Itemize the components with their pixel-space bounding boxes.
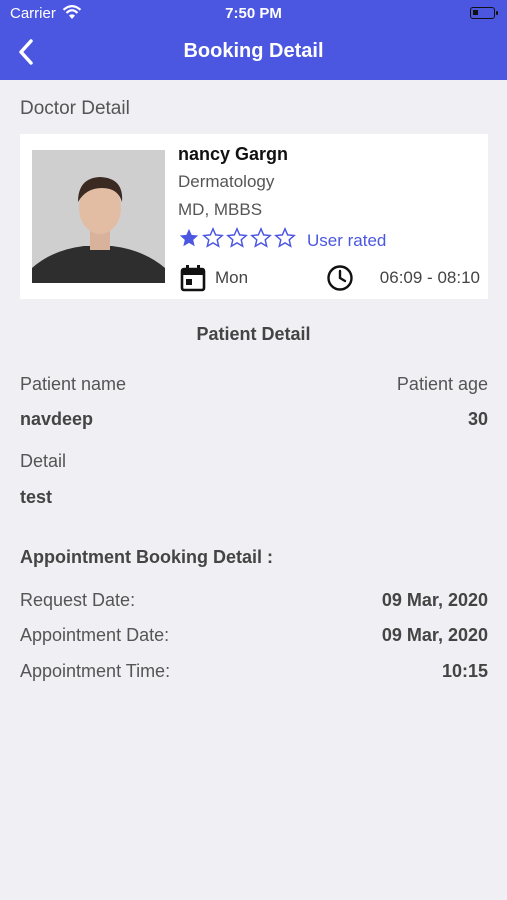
patient-age-value: 30 bbox=[467, 409, 488, 429]
doctor-degree: MD, MBBS bbox=[178, 200, 263, 219]
detail-value: test bbox=[20, 487, 53, 507]
request-date-label: Request Date: bbox=[20, 590, 136, 610]
clock-time: 7:50 PM bbox=[225, 5, 282, 22]
patient-age-label: Patient age bbox=[396, 374, 488, 394]
star-filled-icon bbox=[179, 228, 199, 247]
patient-detail-heading: Patient Detail bbox=[196, 324, 311, 344]
appointment-time-value: 10:15 bbox=[441, 661, 488, 681]
calendar-icon bbox=[180, 265, 206, 292]
request-date-value: 09 Mar, 2020 bbox=[381, 590, 488, 610]
doctor-avatar bbox=[32, 150, 165, 283]
patient-name-value: navdeep bbox=[20, 409, 94, 429]
detail-label: Detail bbox=[20, 451, 67, 471]
doctor-specialty: Dermatology bbox=[178, 172, 275, 191]
doctor-name: nancy Gargn bbox=[178, 144, 289, 164]
status-bar: Carrier 7:50 PM bbox=[0, 0, 507, 28]
appointment-date-value: 09 Mar, 2020 bbox=[381, 625, 488, 645]
page-title: Booking Detail bbox=[183, 40, 324, 62]
appointment-time-label: Appointment Time: bbox=[20, 661, 171, 681]
appointment-date-label: Appointment Date: bbox=[20, 625, 170, 645]
star-outline-icon bbox=[202, 227, 224, 248]
doctor-detail-label: Doctor Detail bbox=[20, 98, 130, 119]
appointment-booking-heading: Appointment Booking Detail : bbox=[20, 547, 273, 567]
appointment-time-range: 06:09 - 08:10 bbox=[379, 268, 480, 287]
patient-name-label: Patient name bbox=[20, 374, 127, 394]
doctor-card[interactable]: nancy Gargn Dermatology MD, MBBS User ra… bbox=[20, 134, 488, 299]
clock-icon bbox=[327, 265, 353, 291]
battery-icon bbox=[470, 7, 498, 19]
appointment-day: Mon bbox=[215, 268, 249, 287]
rating-stars bbox=[178, 227, 296, 249]
star-outline-icon bbox=[250, 227, 272, 248]
star-outline-icon bbox=[274, 227, 296, 248]
star-outline-icon bbox=[226, 227, 248, 248]
header-bar: Carrier 7:50 PM Booking Detail bbox=[0, 0, 507, 80]
rating-text: User rated bbox=[307, 231, 387, 250]
